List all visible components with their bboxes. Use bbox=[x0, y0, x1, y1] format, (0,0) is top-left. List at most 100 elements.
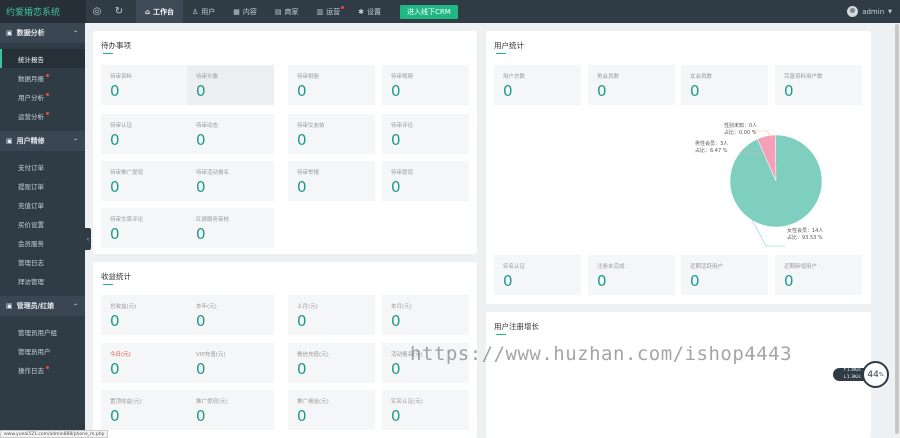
pie-label-name: 女性会员：14人 bbox=[787, 228, 824, 234]
sidebar-item-orders[interactable]: 支付订单 bbox=[0, 157, 85, 176]
admin-icon: ▣ bbox=[6, 302, 13, 310]
stat-card[interactable]: 待审视频 0 bbox=[382, 65, 469, 105]
sidebar-item-admin-group[interactable]: 管理员用户组 bbox=[0, 322, 85, 341]
stat-card[interactable]: 待审交友帖 0 bbox=[288, 114, 375, 154]
sidebar-item-ops-analysis[interactable]: 运营分析 bbox=[0, 106, 85, 125]
stat-card[interactable]: 待审举报 0 bbox=[288, 161, 375, 201]
stat-card-value: 0 bbox=[196, 131, 206, 149]
pie-label-pct: 占比：6.47 % bbox=[695, 147, 728, 154]
app-logo[interactable]: 约爱婚恋系统 bbox=[0, 0, 86, 23]
sidebar-item-visit[interactable]: 拜访管理 bbox=[0, 271, 85, 290]
stat-card[interactable]: 实名认证(元) 0 bbox=[382, 390, 469, 430]
title-underline bbox=[103, 53, 113, 54]
stat-card[interactable]: 注册未完成 0 bbox=[588, 255, 675, 295]
registration-trend-panel: 用户注册增长 bbox=[486, 312, 871, 438]
stat-card-value: 0 bbox=[110, 360, 120, 378]
stat-card[interactable]: 待审活动报名 0 bbox=[187, 161, 274, 201]
stat-card[interactable]: 上月(元) 0 bbox=[288, 295, 375, 335]
stat-card[interactable]: 置顶收益(元) 0 bbox=[101, 390, 188, 430]
avatar bbox=[847, 6, 859, 17]
nav-label: 商家 bbox=[284, 7, 299, 16]
stat-card-value: 0 bbox=[391, 360, 401, 378]
sidebar-group-admin[interactable]: ▣ 管理员/红娘 ⌃ bbox=[0, 296, 85, 316]
stat-card-label: 实名认证(元) bbox=[391, 399, 423, 405]
stat-card[interactable]: 用户总数 0 bbox=[494, 65, 581, 105]
stat-card-value: 0 bbox=[391, 312, 401, 330]
sidebar-group-analysis[interactable]: ▣ 数据分析 ⌃ bbox=[0, 23, 85, 43]
stat-card[interactable]: 看信充值(元) 0 bbox=[288, 343, 375, 383]
stat-card[interactable]: 近期新增用户 0 bbox=[775, 255, 862, 295]
stat-card-label: 待审动态 bbox=[196, 123, 219, 129]
sidebar-item-label: 数据月报 bbox=[18, 74, 44, 83]
top-nav: ⌂ 工作台 ♙ 用户 ▦ 内容 ▤ 商家 ▥ 运营 ✱ 设置 进入线下CRM bbox=[136, 0, 458, 23]
stat-card-label: 待审视频 bbox=[391, 74, 414, 80]
sidebar-group-users[interactable]: ▣ 用户精修 ⌃ bbox=[0, 131, 85, 151]
sidebar-item-recharge[interactable]: 充值订单 bbox=[0, 195, 85, 214]
title-underline bbox=[496, 334, 506, 335]
stat-card[interactable]: 待审评论 0 bbox=[382, 114, 469, 154]
sidebar-item-price[interactable]: 买价设置 bbox=[0, 214, 85, 233]
stat-card[interactable]: 待审推广提现 0 bbox=[101, 161, 188, 201]
stat-card[interactable]: 待审认证 0 bbox=[101, 114, 188, 154]
stat-card[interactable]: VIP充值(元) 0 bbox=[187, 343, 274, 383]
stat-card[interactable]: 完善资料用户数 0 bbox=[775, 65, 862, 105]
nav-settings[interactable]: ✱ 设置 bbox=[349, 0, 390, 23]
stat-card[interactable]: 实名认证 0 bbox=[494, 255, 581, 295]
nav-users[interactable]: ♙ 用户 bbox=[183, 0, 224, 23]
stat-card-label: 今日(元) bbox=[110, 352, 131, 358]
nav-label: 工作台 bbox=[153, 7, 175, 16]
sidebar-item-withdraw[interactable]: 提现订单 bbox=[0, 176, 85, 195]
user-menu[interactable]: admin ▼ bbox=[847, 0, 892, 23]
panel-title: 用户注册增长 bbox=[494, 322, 539, 331]
stat-card-label: 近期新增用户 bbox=[784, 264, 818, 270]
stat-card-label: 推广佣金(元) bbox=[297, 399, 329, 405]
nav-content[interactable]: ▦ 内容 bbox=[224, 0, 266, 23]
stat-card-label: 推广提现(元) bbox=[196, 399, 228, 405]
network-speed-widget[interactable]: ↑1.4K/s ↓1.3K/s 44% bbox=[833, 361, 891, 388]
stat-card-value: 0 bbox=[391, 82, 401, 100]
sidebar-item-oplog[interactable]: 操作日志 bbox=[0, 360, 85, 379]
sidebar-item-user-analysis[interactable]: 用户分析 bbox=[0, 87, 85, 106]
stat-card[interactable]: 待审文章评论 0 bbox=[101, 208, 188, 248]
notification-dot bbox=[46, 93, 49, 96]
stat-card-label: 男会员数 bbox=[597, 74, 620, 80]
stat-card[interactable]: 男会员数 0 bbox=[588, 65, 675, 105]
stat-card[interactable]: 本月(元) 0 bbox=[382, 295, 469, 335]
status-bar-url: www.yueai521.com/admin888/phone_m.php bbox=[0, 430, 109, 438]
stat-card-value: 0 bbox=[110, 407, 120, 425]
stat-card[interactable]: 今日(元) 0 bbox=[101, 343, 188, 383]
stat-card-label: 看信充值(元) bbox=[297, 352, 329, 358]
refresh-icon[interactable]: ↻ bbox=[108, 0, 130, 23]
stat-card[interactable]: 待审资料 0 bbox=[101, 65, 188, 105]
sidebar-item-label: 用户分析 bbox=[18, 93, 44, 102]
sidebar-item-label: 支付订单 bbox=[18, 163, 44, 172]
stat-card[interactable]: 待审动态 0 bbox=[187, 114, 274, 154]
sidebar-item-log[interactable]: 管理日志 bbox=[0, 252, 85, 271]
stat-card[interactable]: 待审相册 0 bbox=[288, 65, 375, 105]
stat-card[interactable]: 待审提现 0 bbox=[382, 161, 469, 201]
sidebar-group-label: 数据分析 bbox=[16, 29, 45, 37]
sidebar-item-monthly[interactable]: 数据月报 bbox=[0, 68, 85, 87]
sidebar-item-report[interactable]: 统计报告 bbox=[0, 49, 85, 68]
sidebar-item-service[interactable]: 会员服务 bbox=[0, 233, 85, 252]
stat-card[interactable]: 本年(元) 0 bbox=[187, 295, 274, 335]
stat-card[interactable]: 推广佣金(元) 0 bbox=[288, 390, 375, 430]
nav-shop[interactable]: ▤ 商家 bbox=[266, 0, 308, 23]
sidebar-collapse-button[interactable]: ‹ bbox=[85, 228, 91, 250]
stat-card[interactable]: 待审头像 0 bbox=[187, 65, 274, 105]
nav-operation[interactable]: ▥ 运营 bbox=[308, 0, 350, 23]
globe-icon[interactable]: ◎ bbox=[86, 0, 108, 23]
scrollbar-thumb[interactable] bbox=[895, 24, 899, 434]
stat-card[interactable]: 近期活跃用户 0 bbox=[681, 255, 768, 295]
top-bar: 约爱婚恋系统 ◎ ↻ ⌂ 工作台 ♙ 用户 ▦ 内容 ▤ 商家 ▥ 运营 ✱ 设置 进入线下… bbox=[0, 0, 900, 23]
stat-card[interactable]: 总收益(元) 0 bbox=[101, 295, 188, 335]
stat-card[interactable]: 女会员数 0 bbox=[681, 65, 768, 105]
stat-card[interactable]: 推广提现(元) 0 bbox=[187, 390, 274, 430]
home-icon: ⌂ bbox=[145, 7, 151, 16]
stat-card[interactable]: 红娘服务审核 0 bbox=[187, 208, 274, 248]
stat-card-value: 0 bbox=[391, 131, 401, 149]
sidebar-item-admin-user[interactable]: 管理员用户 bbox=[0, 341, 85, 360]
crm-button[interactable]: 进入线下CRM bbox=[400, 4, 458, 19]
stat-card-value: 0 bbox=[196, 82, 206, 100]
nav-workbench[interactable]: ⌂ 工作台 bbox=[136, 0, 184, 23]
